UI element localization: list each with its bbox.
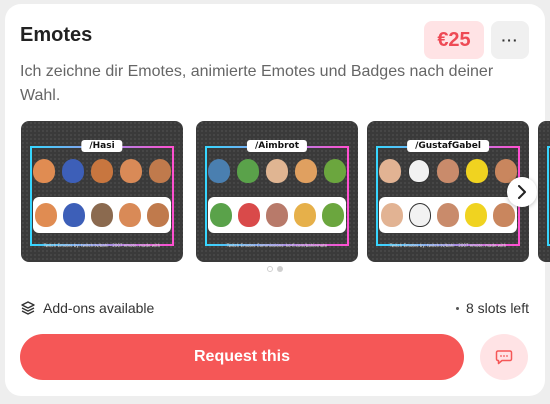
gallery-next-button[interactable] — [507, 177, 537, 207]
offer-title: Emotes — [20, 24, 93, 46]
chat-button[interactable] — [480, 334, 528, 380]
price-badge: €25 — [424, 21, 484, 59]
chevron-right-icon — [518, 185, 526, 199]
emote-tag: /Hasi — [81, 140, 123, 152]
image-gallery[interactable]: /Hasi Twitch Emotes by: twitch.tv/bahi ·… — [21, 121, 550, 264]
bullet-icon — [455, 306, 459, 310]
gallery-image-4[interactable] — [538, 121, 550, 262]
gallery-image-2[interactable]: /Aimbrot Twitch Emotes Commissions: ko-f… — [196, 121, 358, 262]
emote-tag: /GustafGabel — [407, 140, 489, 152]
thumb-footer: Twitch Emotes by: twitch.tv/bahi · 2007 … — [389, 243, 507, 248]
request-button[interactable]: Request this — [20, 334, 464, 380]
emote-tag: /Aimbrot — [246, 140, 308, 152]
more-options-button[interactable]: ··· — [491, 21, 529, 59]
thumb-footer: Twitch Emotes by: twitch.tv/bahi · 2007 … — [43, 243, 161, 248]
offer-description: Ich zeichne dir Emotes, animierte Emotes… — [20, 63, 494, 104]
slots-label: 8 slots left — [465, 300, 529, 316]
pagination-dot[interactable] — [277, 266, 283, 272]
addons-info: Add-ons available — [20, 300, 154, 316]
offer-card: Emotes €25 ··· Ich zeichne dir Emotes, a… — [5, 4, 550, 396]
addons-label: Add-ons available — [43, 300, 155, 316]
thumb-footer: Twitch Emotes Commissions: ko-fi.com/bah… — [226, 243, 328, 248]
gallery-pagination — [267, 266, 283, 272]
slots-info: 8 slots left — [455, 300, 529, 316]
gallery-image-1[interactable]: /Hasi Twitch Emotes by: twitch.tv/bahi ·… — [21, 121, 183, 262]
pagination-dot-active[interactable] — [267, 266, 273, 272]
chat-bubble-icon — [495, 350, 513, 365]
gallery-image-3[interactable]: /GustafGabel Twitch Emotes by: twitch.tv… — [367, 121, 529, 262]
layers-icon — [21, 301, 35, 315]
